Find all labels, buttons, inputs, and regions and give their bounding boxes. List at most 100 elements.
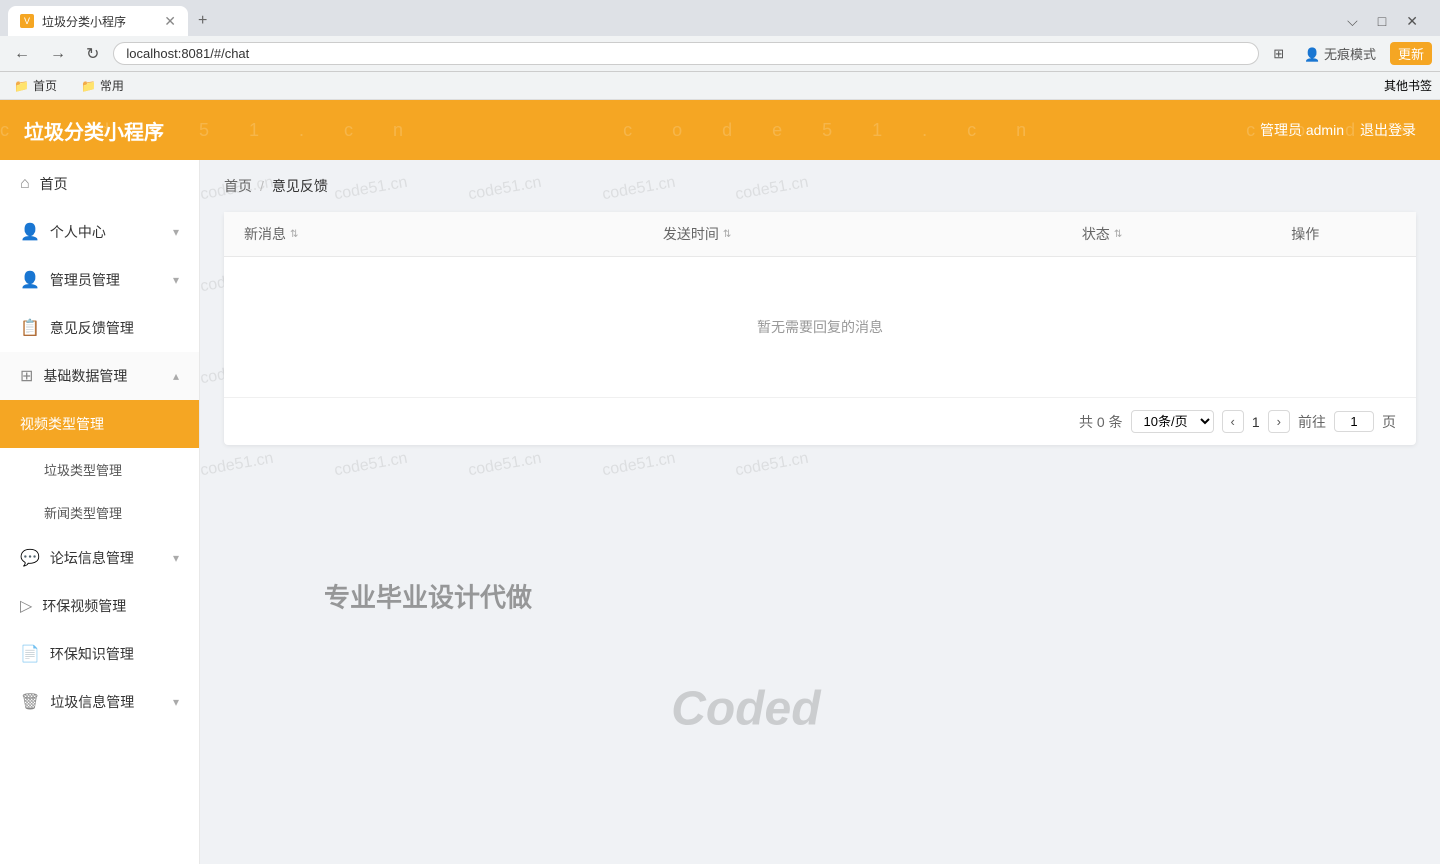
user-profile-button[interactable]: 👤 无痕模式 — [1298, 42, 1382, 65]
tab-bar: V 垃圾分类小程序 ✕ + ⌵ □ ✕ — [0, 0, 1440, 36]
personal-arrow-icon: ▾ — [173, 225, 179, 239]
extensions-button[interactable]: ⊞ — [1267, 44, 1290, 64]
breadcrumb-separator: / — [260, 178, 264, 194]
pagination-goto-input[interactable] — [1334, 411, 1374, 432]
nav-forward-button[interactable]: → — [44, 43, 72, 65]
th-status: 状态 ⇅ — [1082, 224, 1291, 244]
pagination-goto-label: 前往 — [1298, 412, 1326, 432]
th-action-label: 操作 — [1291, 224, 1319, 244]
header-right: 管理员 admin 退出登录 — [1260, 120, 1416, 140]
admin-icon: 👤 — [20, 270, 40, 290]
sort-icon-msg[interactable]: ⇅ — [290, 229, 298, 240]
sidebar-label-feedback: 意见反馈管理 — [50, 318, 134, 338]
window-maximize-button[interactable]: □ — [1372, 11, 1392, 32]
app-logo: 垃圾分类小程序 — [24, 116, 164, 145]
table-empty-text: 暂无需要回复的消息 — [757, 319, 883, 335]
sidebar-item-eco-knowledge[interactable]: 📄 环保知识管理 — [0, 630, 199, 678]
th-time: 发送时间 ⇅ — [663, 224, 1082, 244]
sidebar-label-eco-video: 环保视频管理 — [42, 596, 126, 616]
pagination-current-page: 1 — [1252, 414, 1260, 430]
pagination-total: 共 0 条 — [1079, 412, 1123, 432]
tab-title: 垃圾分类小程序 — [42, 13, 156, 30]
app-body: ⌂ 首页 👤 个人中心 ▾ 👤 管理员管理 ▾ 📋 意见反馈管理 — [0, 160, 1440, 864]
nav-refresh-button[interactable]: ↻ — [80, 42, 105, 66]
sidebar-item-personal[interactable]: 👤 个人中心 ▾ — [0, 208, 199, 256]
bookmark-item-1[interactable]: 📁 首页 — [8, 75, 63, 96]
sidebar-label-trash-type: 垃圾类型管理 — [44, 463, 122, 478]
forum-icon: 💬 — [20, 548, 40, 568]
bookmark-icon-1: 📁 — [14, 79, 29, 93]
logout-button[interactable]: 退出登录 — [1360, 120, 1416, 140]
sidebar-item-trash-info[interactable]: 🗑 垃圾信息管理 ▾ — [0, 678, 199, 726]
th-action: 操作 — [1291, 224, 1396, 244]
table-card: 新消息 ⇅ 发送时间 ⇅ 状态 ⇅ 操作 — [224, 212, 1416, 445]
active-tab[interactable]: V 垃圾分类小程序 ✕ — [8, 6, 188, 36]
sidebar-item-eco-video[interactable]: ▷ 环保视频管理 — [0, 582, 199, 630]
pagination-prev-button[interactable]: ‹ — [1222, 410, 1244, 433]
main-content: code51.cn code51.cn code51.cn code51.cn … — [200, 160, 1440, 864]
th-msg-label: 新消息 — [244, 224, 286, 244]
sidebar-label-eco-knowledge: 环保知识管理 — [50, 644, 134, 664]
sidebar-label-personal: 个人中心 — [50, 222, 106, 242]
home-icon: ⌂ — [20, 175, 30, 193]
sidebar-label-forum: 论坛信息管理 — [50, 548, 134, 568]
basic-data-arrow-icon: ▴ — [173, 369, 179, 383]
trash-info-icon: 🗑 — [20, 692, 40, 712]
breadcrumb: 首页 / 意见反馈 — [224, 176, 1416, 196]
basic-data-icon: ⊞ — [20, 366, 33, 386]
nav-back-button[interactable]: ← — [8, 43, 36, 65]
sort-icon-time[interactable]: ⇅ — [723, 229, 731, 240]
bookmark-item-2[interactable]: 📁 常用 — [75, 75, 130, 96]
sidebar-item-forum[interactable]: 💬 论坛信息管理 ▾ — [0, 534, 199, 582]
breadcrumb-home-link[interactable]: 首页 — [224, 176, 252, 196]
trash-info-arrow-icon: ▾ — [173, 695, 179, 709]
update-button[interactable]: 更新 — [1390, 42, 1432, 65]
sidebar-label-admin: 管理员管理 — [50, 270, 120, 290]
sidebar-item-admin-mgmt[interactable]: 👤 管理员管理 ▾ — [0, 256, 199, 304]
sidebar-label-news-type: 新闻类型管理 — [44, 506, 122, 521]
sort-icon-status[interactable]: ⇅ — [1114, 229, 1122, 240]
window-minimize-button[interactable]: ⌵ — [1341, 11, 1364, 32]
feedback-icon: 📋 — [20, 318, 40, 338]
th-status-label: 状态 — [1082, 224, 1110, 244]
pagination-page-label: 页 — [1382, 412, 1396, 432]
pagination-bar: 共 0 条 10条/页 ‹ 1 › 前往 页 — [224, 397, 1416, 445]
window-controls: ⌵ □ ✕ — [1341, 11, 1432, 32]
sidebar-item-basic-data[interactable]: ⊞ 基础数据管理 ▴ — [0, 352, 199, 400]
sidebar-label-trash-info: 垃圾信息管理 — [50, 692, 134, 712]
new-tab-button[interactable]: + — [188, 12, 217, 30]
eco-video-icon: ▷ — [20, 596, 32, 616]
breadcrumb-current: 意见反馈 — [272, 176, 328, 196]
sidebar-label-home: 首页 — [40, 174, 68, 194]
tab-favicon: V — [20, 14, 34, 28]
admin-arrow-icon: ▾ — [173, 273, 179, 287]
table-empty-state: 暂无需要回复的消息 — [224, 257, 1416, 397]
app-header: code51.cn code51.cn code51.cn code51.cn … — [0, 100, 1440, 160]
sidebar-sub-video-type[interactable]: 视频类型管理 — [0, 400, 199, 448]
th-time-label: 发送时间 — [663, 224, 719, 244]
watermark-coded-text: Coded — [671, 682, 820, 737]
address-input[interactable] — [113, 42, 1259, 65]
bookmark-icon-2: 📁 — [81, 79, 96, 93]
pagination-next-button[interactable]: › — [1268, 410, 1290, 433]
table-header: 新消息 ⇅ 发送时间 ⇅ 状态 ⇅ 操作 — [224, 212, 1416, 257]
th-msg: 新消息 ⇅ — [244, 224, 663, 244]
sidebar-label-video-type: 视频类型管理 — [20, 414, 104, 434]
sidebar-item-feedback[interactable]: 📋 意见反馈管理 — [0, 304, 199, 352]
eco-knowledge-icon: 📄 — [20, 644, 40, 664]
sidebar-sub-news-type[interactable]: 新闻类型管理 — [0, 491, 199, 534]
personal-icon: 👤 — [20, 222, 40, 242]
bookmarks-bar: 📁 首页 📁 常用 其他书签 — [0, 72, 1440, 100]
header-watermark: code51.cn code51.cn code51.cn code51.cn … — [0, 120, 1440, 141]
sidebar: ⌂ 首页 👤 个人中心 ▾ 👤 管理员管理 ▾ 📋 意见反馈管理 — [0, 160, 200, 864]
browser-actions: ⊞ 👤 无痕模式 更新 — [1267, 42, 1432, 65]
address-bar: ← → ↻ ⊞ 👤 无痕模式 更新 — [0, 36, 1440, 72]
watermark-black-text: 专业毕业设计代做 — [324, 578, 532, 615]
sidebar-sub-trash-type[interactable]: 垃圾类型管理 — [0, 448, 199, 491]
pagination-size-select[interactable]: 10条/页 — [1131, 410, 1214, 433]
close-tab-button[interactable]: ✕ — [164, 13, 176, 30]
sidebar-item-home[interactable]: ⌂ 首页 — [0, 160, 199, 208]
window-close-button[interactable]: ✕ — [1400, 11, 1424, 32]
sidebar-label-basic-data: 基础数据管理 — [43, 366, 127, 386]
bookmarks-right: 其他书签 — [1384, 77, 1432, 94]
